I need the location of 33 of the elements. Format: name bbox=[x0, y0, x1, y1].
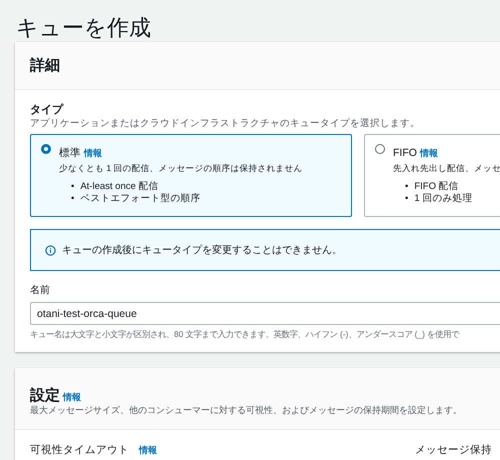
feature-item: At-least once 配信 bbox=[80, 181, 158, 193]
field-label: 可視性タイムアウト bbox=[30, 444, 129, 456]
section-title: 設定 bbox=[30, 387, 60, 404]
info-icon bbox=[45, 244, 56, 256]
queue-type-description: 少なくとも 1 回の配信、メッセージの順序は保持されません bbox=[59, 163, 303, 175]
radio-button[interactable] bbox=[41, 144, 51, 154]
feature-item: FIFO 配信 bbox=[414, 181, 459, 193]
info-link[interactable]: 情報 bbox=[139, 445, 157, 455]
info-link[interactable]: 情報 bbox=[420, 148, 438, 158]
bullet-mark: • bbox=[405, 193, 408, 205]
radio-button[interactable] bbox=[375, 144, 385, 154]
page-title: キューを作成 bbox=[15, 14, 152, 42]
queue-type-option[interactable]: FIFO 情報 先入れ先出し配信、メッセ • FIFO 配信 • 1 回のみ処理 bbox=[364, 134, 500, 217]
queue-type-name: 標準 bbox=[59, 147, 81, 159]
name-input-field[interactable]: otani-test-orca-queue bbox=[30, 302, 500, 325]
type-label: タイプ bbox=[30, 102, 64, 117]
bullet-mark: • bbox=[71, 181, 74, 193]
info-link[interactable]: 情報 bbox=[84, 148, 102, 158]
field-label: メッセージ保持 bbox=[415, 444, 492, 456]
section-title: 詳細 bbox=[30, 56, 60, 75]
alert-text: キューの作成後にキュータイプを変更することはできません。 bbox=[62, 244, 342, 257]
bullet-mark: • bbox=[405, 181, 408, 193]
queue-type-name: FIFO bbox=[393, 147, 417, 159]
feature-item: 1 回のみ処理 bbox=[414, 193, 472, 205]
section-description: 最大メッセージサイズ、他のコンシューマーに対する可視性、およびメッセージの保持期間を設定します。 bbox=[30, 405, 463, 417]
queue-type-option[interactable]: 標準 情報 少なくとも 1 回の配信、メッセージの順序は保持されません • At-least once 配信 • ベストエフォート型の順序 bbox=[30, 134, 352, 217]
bullet-mark: • bbox=[71, 193, 74, 205]
type-description: アプリケーションまたはクラウドインフラストラクチャのキュータイプを選択します。 bbox=[30, 117, 421, 130]
field-label: 名前 bbox=[30, 284, 51, 297]
info-link[interactable]: 情報 bbox=[63, 392, 81, 402]
field-hint: キュー名は大文字と小文字が区別され、80 文字まで入力できます。英数字、ハイフン (-)、アンダースコア (_) を使用で bbox=[30, 329, 460, 340]
queue-type-description: 先入れ先出し配信、メッセ bbox=[393, 163, 500, 175]
feature-item: ベストエフォート型の順序 bbox=[80, 193, 200, 205]
